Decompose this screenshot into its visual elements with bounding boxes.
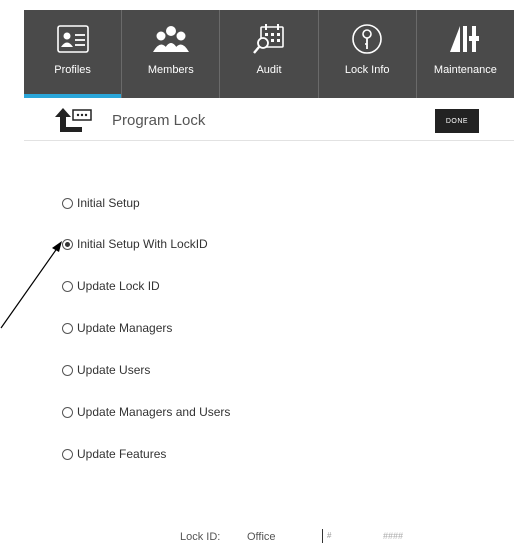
nav-tab-profiles[interactable]: Profiles [24,10,123,98]
nav-tab-audit[interactable]: Audit [220,10,319,98]
audit-icon [251,22,287,56]
radio-button[interactable] [62,406,73,418]
done-button[interactable]: DONE [435,109,479,133]
option-label: Update Managers and Users [77,405,231,419]
radio-button[interactable] [62,280,73,292]
nav-label-profiles: Profiles [54,64,91,76]
radio-button[interactable] [62,448,73,460]
option-label: Update Features [77,447,167,461]
page-title: Program Lock [112,112,206,129]
lock-id-label: Lock ID: [180,531,221,543]
radio-button[interactable] [62,322,73,334]
radio-button-selected[interactable] [62,238,73,250]
maintenance-icon [447,22,483,56]
option-initial-setup[interactable]: Initial Setup [62,196,140,210]
nav-label-lock-info: Lock Info [344,64,390,76]
option-update-lock-id[interactable]: Update Lock ID [62,279,160,293]
text-cursor [322,529,323,543]
lock-id-number-prefix[interactable]: # [327,531,331,540]
lock-id-number-field[interactable]: #### [383,531,403,541]
program-lock-back-icon[interactable] [54,106,98,134]
page-header: Program Lock DONE [24,104,514,141]
radio-button[interactable] [62,364,73,376]
lock-info-icon [349,22,385,56]
option-label: Update Managers [77,321,173,335]
option-update-users[interactable]: Update Users [62,363,150,377]
option-label: Initial Setup With LockID [77,237,208,251]
nav-tab-lock-info[interactable]: Lock Info [319,10,417,98]
nav-label-members: Members [147,64,194,76]
option-initial-setup-with-lockid[interactable]: Initial Setup With LockID [62,237,208,251]
profiles-icon [55,22,91,56]
annotation-arrow [0,241,62,329]
option-update-managers[interactable]: Update Managers [62,321,172,335]
nav-tab-maintenance[interactable]: Maintenance [417,10,514,98]
lock-id-name-field[interactable]: Office [247,531,276,543]
option-label: Update Users [77,363,151,377]
lock-id-row: Lock ID: Office # #### [0,529,514,546]
nav-label-maintenance: Maintenance [433,64,497,76]
option-label: Initial Setup [77,196,140,210]
option-update-features[interactable]: Update Features [62,447,166,461]
members-icon [152,22,189,56]
nav-label-audit: Audit [256,64,282,76]
top-nav-bar: Profiles Members Audit Lock Info Mainten… [24,10,514,98]
nav-tab-members[interactable]: Members [122,10,221,98]
option-label: Update Lock ID [77,279,160,293]
option-update-managers-and-users[interactable]: Update Managers and Users [62,405,230,419]
radio-button[interactable] [62,197,73,209]
